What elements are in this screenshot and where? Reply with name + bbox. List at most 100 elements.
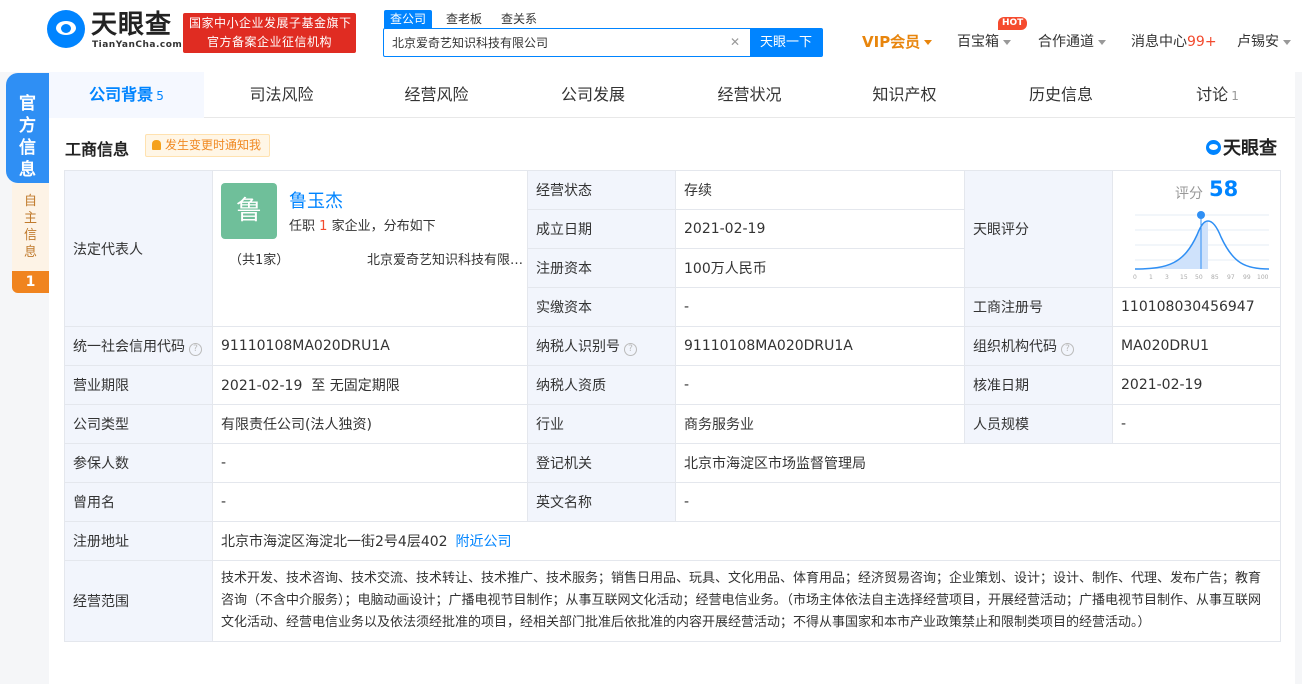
tick-label: 3 [1165,274,1169,281]
side-tab-official-info[interactable]: 官方信息 [6,73,49,183]
tab-label: 讨论 [1196,85,1229,104]
vip-menu[interactable]: VIP会员 [862,32,933,52]
status-value: 存续 [675,170,965,210]
legal-rep-total: （共1家） [229,253,290,268]
table-row: 经营范围 技术开发、技术咨询、技术交流、技术转让、技术推广、技术服务；销售日用品… [64,560,1281,642]
toolbox-label: 百宝箱 [957,34,999,50]
table-row: 法定代表人 鲁 鲁玉杰 任职 1 家企业，分布如下 （共1家） 北京爱奇艺知识科… [64,170,1281,327]
top-header: 天眼查 TianYanCha.com 国家中小企业发展子基金旗下 官方备案企业征… [0,0,1302,72]
score-marker-pin-icon [1197,211,1205,219]
avatar[interactable]: 鲁 [221,183,277,239]
vip-label: VIP会员 [862,33,921,51]
status-label: 经营状态 [527,170,676,210]
credit-code-label-text: 统一社会信用代码 [73,339,185,355]
approval-date-label: 核准日期 [964,365,1113,405]
tax-qualification-label: 纳税人资质 [527,365,676,405]
tab-label: 经营状况 [717,85,782,104]
bell-icon [152,140,161,150]
insured-value: - [212,443,528,483]
credit-code-value: 91110108MA020DRU1A [212,326,528,366]
term-value: 2021-02-19 至 无固定期限 [212,365,528,405]
help-icon[interactable]: ? [1061,343,1074,356]
business-info-table: 法定代表人 鲁 鲁玉杰 任职 1 家企业，分布如下 （共1家） 北京爱奇艺知识科… [64,170,1281,642]
legal-rep-company-link[interactable]: 北京爱奇艺知识科技有限公司 [367,249,525,268]
tab-company-background[interactable]: 公司背景 5 [49,72,204,118]
search-button[interactable]: 天眼一下 [750,28,822,57]
user-menu[interactable]: 卢锡安 [1237,32,1291,52]
insured-label: 参保人数 [64,443,213,483]
tab-company-development[interactable]: 公司发展 [514,72,672,118]
tab-label: 知识产权 [872,85,937,104]
brand-text: 天眼查 [1223,138,1277,159]
search-tab-company[interactable]: 查公司 [384,10,433,28]
tab-intellectual-property[interactable]: 知识产权 [827,72,982,118]
founded-value: 2021-02-19 [675,209,965,249]
nearby-companies-link[interactable]: 附近公司 [456,534,512,550]
tianyancha-logo[interactable]: 天眼查 TianYanCha.com [47,10,182,50]
score-label: 评分 [1175,186,1203,202]
search-tab-boss[interactable]: 查老板 [440,10,488,28]
official-badge: 国家中小企业发展子基金旗下 官方备案企业征信机构 [183,13,356,53]
tab-label: 司法风险 [249,85,314,104]
tab-operating-status[interactable]: 经营状况 [672,72,827,118]
tax-qualification-value: - [675,365,965,405]
tab-operating-risk[interactable]: 经营风险 [359,72,514,118]
table-row: 注册地址 北京市海淀区海淀北一街2号4层402 附近公司 [64,521,1281,561]
notify-on-change-button[interactable]: 发生变更时通知我 [145,134,271,157]
side-tab-self-info[interactable]: 自主信息 1 [12,183,49,293]
score-ticks: 0 1 3 15 50 85 97 99 100 [1133,274,1269,281]
legal-rep-cell: 鲁 鲁玉杰 任职 1 家企业，分布如下 （共1家） 北京爱奇艺知识科技有限公司 [212,170,528,327]
clear-icon[interactable]: ✕ [730,35,740,49]
tick-label: 1 [1149,274,1153,281]
scope-label: 经营范围 [64,560,213,642]
org-code-label: 组织机构代码? [964,326,1113,366]
legal-rep-summary: 任职 1 家企业，分布如下 [289,215,436,234]
table-row: 统一社会信用代码? 91110108MA020DRU1A 纳税人识别号? 911… [64,326,1281,366]
industry-value: 商务服务业 [675,404,965,444]
tick-label: 97 [1227,274,1235,281]
cooperation-menu[interactable]: 合作通道 [1038,32,1106,52]
summary-suffix: 家企业，分布如下 [331,219,436,234]
tab-judicial-risk[interactable]: 司法风险 [204,72,359,118]
eye-logo-icon [47,10,85,48]
toolbox-menu[interactable]: 百宝箱 [957,32,1011,52]
chevron-down-icon [924,40,933,45]
search-input[interactable] [384,29,746,56]
legal-rep-label: 法定代表人 [64,170,213,327]
help-icon[interactable]: ? [189,343,202,356]
tax-id-label: 纳税人识别号? [527,326,676,366]
tick-label: 100 [1257,274,1269,281]
badge-line-1: 国家中小企业发展子基金旗下 [189,16,352,30]
tab-history[interactable]: 历史信息 [982,72,1140,118]
english-name-value: - [675,482,1281,522]
help-icon[interactable]: ? [624,343,637,356]
table-row: 公司类型 有限责任公司(法人独资) 行业 商务服务业 人员规模 - [64,404,1281,444]
badge-line-2: 官方备案企业征信机构 [206,35,332,49]
company-type-label: 公司类型 [64,404,213,444]
tab-label: 公司背景 [89,85,154,104]
former-name-value: - [212,482,528,522]
side-self-count: 1 [12,271,49,293]
chevron-down-icon [1003,39,1011,45]
tab-discussion[interactable]: 讨论 1 [1140,72,1295,118]
term-label: 营业期限 [64,365,213,405]
tick-label: 0 [1133,274,1137,281]
former-name-label: 曾用名 [64,482,213,522]
paid-capital-label: 实缴资本 [527,287,676,327]
tick-label: 85 [1211,274,1219,281]
approval-date-value: 2021-02-19 [1112,365,1281,405]
search-tab-relation[interactable]: 查关系 [495,10,543,28]
legal-rep-name-link[interactable]: 鲁玉杰 [289,187,343,213]
tab-label: 历史信息 [1028,85,1093,104]
scope-value: 技术开发、技术咨询、技术交流、技术转让、技术推广、技术服务；销售日用品、玩具、文… [212,560,1281,642]
message-center[interactable]: 消息中心99+ [1131,32,1217,52]
user-name: 卢锡安 [1237,34,1279,50]
tab-label: 公司发展 [560,85,625,104]
search-box: ✕ 天眼一下 [383,28,823,57]
table-row: 曾用名 - 英文名称 - [64,482,1281,522]
credit-code-label: 统一社会信用代码? [64,326,213,366]
side-official-label: 官方信息 [19,94,36,180]
authority-label: 登记机关 [527,443,676,483]
category-tabs: 公司背景 5 司法风险 经营风险 公司发展 经营状况 知识产权 历史信息 讨论 1 [49,72,1295,118]
summary-count: 1 [319,219,328,234]
